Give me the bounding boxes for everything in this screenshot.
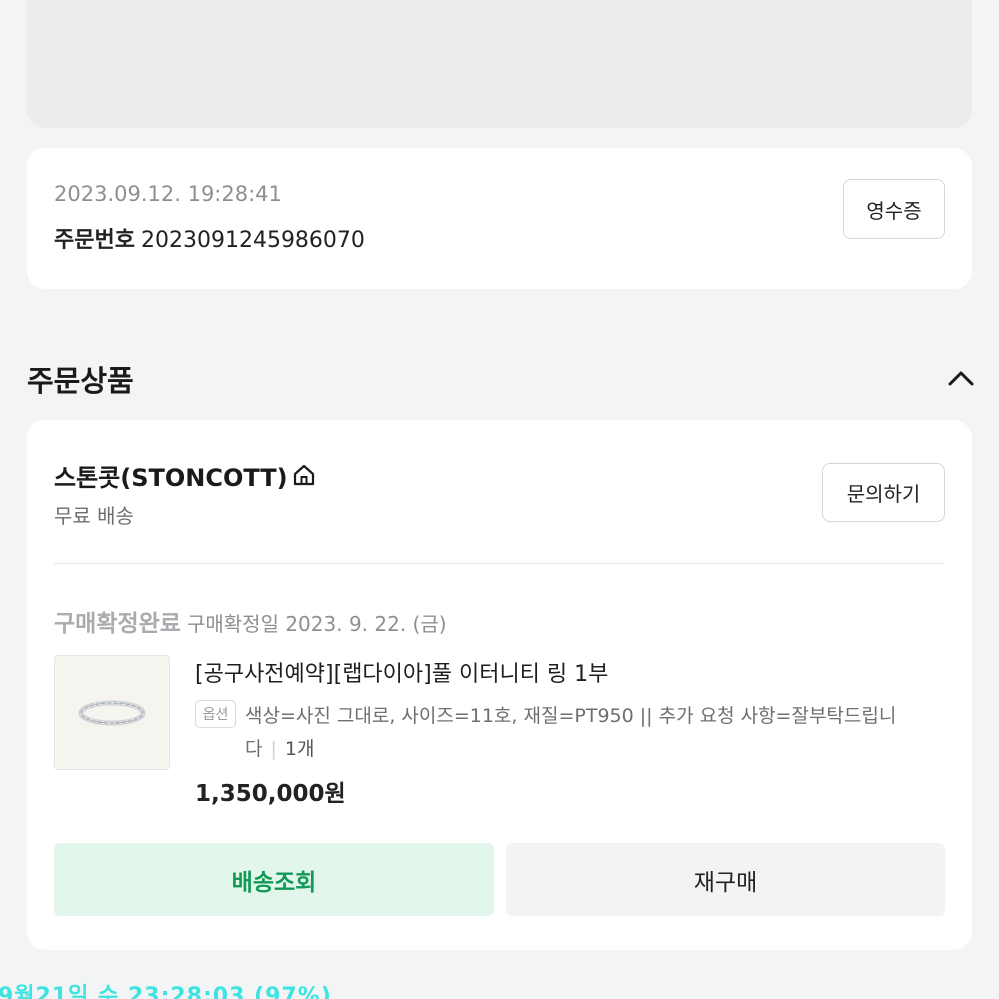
- shop-name[interactable]: 스톤콧(STONCOTT): [54, 458, 288, 493]
- inquiry-button[interactable]: 문의하기: [822, 463, 945, 522]
- home-icon[interactable]: [291, 462, 317, 488]
- chevron-up-icon[interactable]: [946, 366, 976, 390]
- order-product-card: 스톤콧(STONCOTT) 무료 배송 문의하기 구매확정완료 구매확정일 202…: [27, 420, 972, 950]
- quantity: 1개: [284, 738, 315, 760]
- product-title[interactable]: [공구사전예약][랩다이아]풀 이터니티 링 1부: [195, 656, 608, 688]
- rebuy-button[interactable]: 재구매: [506, 843, 945, 916]
- option-badge: 옵션: [195, 700, 236, 728]
- product-image[interactable]: [54, 655, 170, 770]
- status-badge: 구매확정완료: [54, 611, 181, 637]
- quantity-separator: |: [270, 738, 277, 760]
- track-delivery-button[interactable]: 배송조회: [54, 843, 494, 916]
- order-number-value: 2023091245986070: [140, 228, 365, 253]
- order-status-row: 구매확정완료 구매확정일 2023. 9. 22. (금): [54, 604, 447, 638]
- previous-section-card: [27, 0, 972, 128]
- order-number: 주문번호 2023091245986070: [54, 222, 365, 254]
- product-price: 1,350,000원: [195, 781, 346, 807]
- section-title: 주문상품: [27, 364, 134, 398]
- order-info-card: 2023.09.12. 19:28:41 주문번호 202309124598607…: [27, 148, 972, 289]
- receipt-button[interactable]: 영수증: [843, 179, 945, 239]
- divider: [54, 563, 945, 564]
- order-number-label: 주문번호: [54, 228, 135, 253]
- product-options: 색상=사진 그대로, 사이즈=11호, 재질=PT950 || 추가 요청 사항…: [245, 700, 945, 766]
- ring-image: [78, 700, 146, 725]
- shipping-info: 무료 배송: [54, 504, 134, 528]
- option-details: 색상=사진 그대로, 사이즈=11호, 재질=PT950 || 추가 요청 사항…: [245, 705, 897, 760]
- confirm-date: 구매확정일 2023. 9. 22. (금): [186, 612, 447, 636]
- order-datetime: 2023.09.12. 19:28:41: [54, 182, 282, 206]
- status-overlay-text: 9월21일 수 23:28:03 (97%): [0, 984, 332, 999]
